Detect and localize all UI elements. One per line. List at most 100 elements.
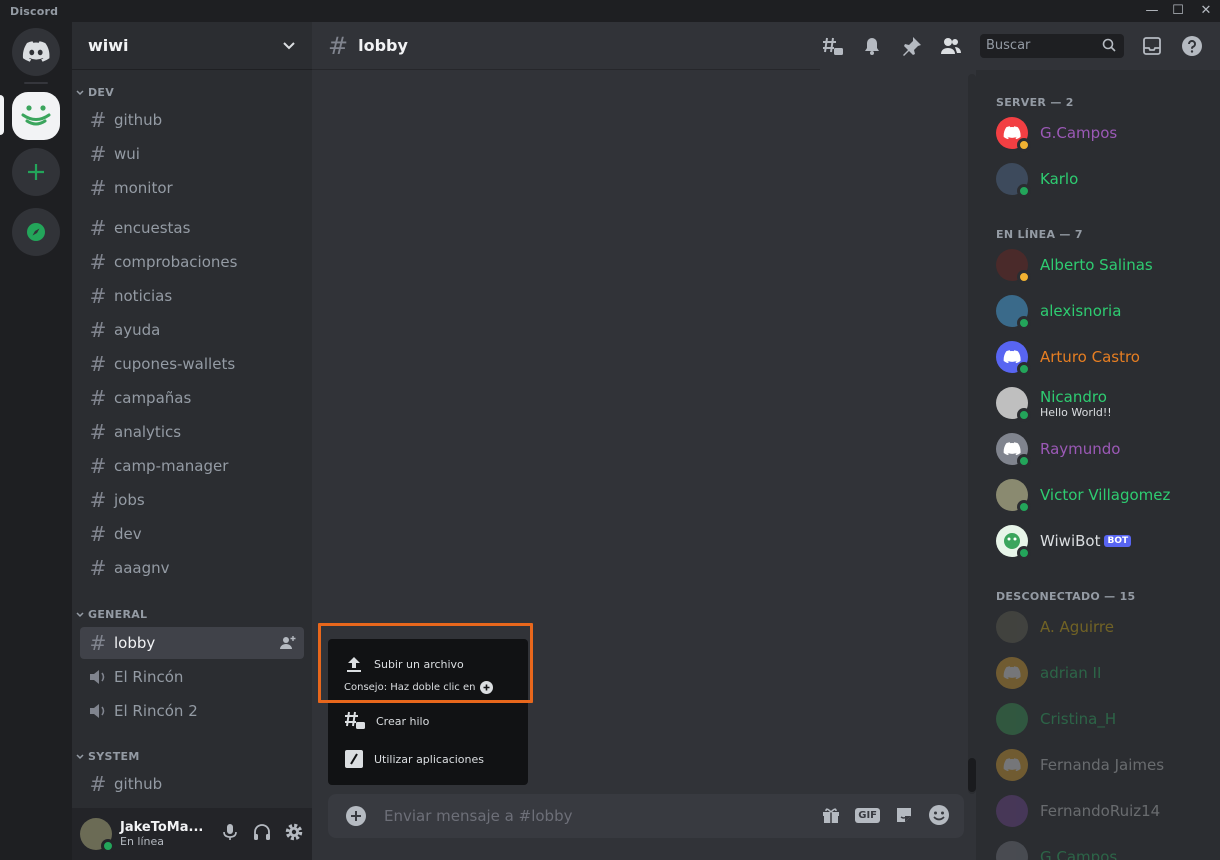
hash-icon: #: [89, 352, 107, 376]
online-status-indicator: [1017, 316, 1031, 330]
member-list-icon[interactable]: [940, 36, 962, 56]
channel-system-github[interactable]: # github: [80, 768, 304, 800]
gift-icon[interactable]: [821, 805, 841, 825]
wiwi-logo-icon: [21, 105, 51, 126]
voice-channel-el-rincon-2[interactable]: El Rincón 2: [80, 695, 304, 727]
guild-header[interactable]: wiwi: [72, 22, 312, 70]
home-button[interactable]: [12, 28, 60, 76]
discord-logo-icon: [22, 41, 50, 62]
attach-plus-icon[interactable]: [346, 806, 366, 826]
member-item[interactable]: FernandoRuiz14: [996, 790, 1216, 832]
member-custom-status: Hello World!!: [1040, 405, 1112, 419]
message-input[interactable]: Enviar mensaje a #lobby: [384, 807, 572, 825]
member-item[interactable]: G.Campos: [996, 112, 1216, 154]
category-system[interactable]: SYSTEM: [76, 750, 140, 763]
channel-aaagnv[interactable]: # aaagnv: [80, 552, 304, 584]
close-button[interactable]: ✕: [1194, 2, 1218, 20]
minimize-button[interactable]: —: [1140, 2, 1164, 20]
channel-label: comprobaciones: [114, 253, 238, 271]
hash-icon: #: [89, 522, 107, 546]
avatar: [996, 295, 1031, 330]
member-item[interactable]: G.Campos: [996, 836, 1216, 860]
channel-label: lobby: [114, 634, 156, 652]
channel-camp-manager[interactable]: # camp-manager: [80, 450, 304, 482]
category-general[interactable]: GENERAL: [76, 608, 147, 621]
channel-label: wui: [114, 145, 140, 163]
bell-icon[interactable]: [862, 36, 882, 56]
channel-monitor[interactable]: # monitor: [80, 172, 304, 204]
member-name: Arturo Castro: [1040, 348, 1140, 366]
gear-icon[interactable]: [284, 822, 304, 842]
hash-icon: #: [89, 631, 107, 655]
pin-icon[interactable]: [902, 36, 922, 56]
member-item[interactable]: Nicandro Hello World!!: [996, 382, 1216, 424]
member-item[interactable]: WiwiBot BOT: [996, 520, 1216, 562]
member-item[interactable]: Karlo: [996, 158, 1216, 200]
scroll-track[interactable]: [968, 74, 976, 794]
create-thread-item[interactable]: Crear hilo: [344, 711, 429, 731]
user-info[interactable]: JakeToMa... En línea: [120, 820, 203, 848]
hash-icon: #: [89, 176, 107, 200]
channel-comprobaciones[interactable]: # comprobaciones: [80, 246, 304, 278]
scroll-thumb[interactable]: [968, 758, 976, 792]
explore-servers-button[interactable]: [12, 208, 60, 256]
member-name: G.Campos: [1040, 124, 1118, 142]
channel-dev[interactable]: # dev: [80, 518, 304, 550]
use-apps-item[interactable]: Utilizar aplicaciones: [344, 749, 484, 769]
gif-button[interactable]: GIF: [855, 807, 880, 823]
member-group-offline: DESCONECTADO — 15: [996, 590, 1136, 603]
avatar[interactable]: [80, 818, 115, 853]
online-status-indicator: [1017, 184, 1031, 198]
member-name: A. Aguirre: [1040, 618, 1114, 636]
avatar: [996, 525, 1031, 560]
category-dev[interactable]: DEV: [76, 86, 114, 99]
member-item[interactable]: A. Aguirre: [996, 606, 1216, 648]
channel-jobs[interactable]: # jobs: [80, 484, 304, 516]
inbox-icon[interactable]: [1142, 36, 1162, 56]
channel-lobby[interactable]: # lobby: [80, 627, 304, 659]
sticker-icon[interactable]: [894, 805, 914, 825]
member-name: Fernanda Jaimes: [1040, 756, 1165, 774]
member-item[interactable]: alexisnoria: [996, 290, 1216, 332]
member-item[interactable]: Arturo Castro: [996, 336, 1216, 378]
emoji-icon[interactable]: [928, 804, 950, 826]
member-name: Victor Villagomez: [1040, 486, 1171, 504]
channel-encuestas[interactable]: # encuestas: [80, 212, 304, 244]
avatar: [996, 795, 1028, 827]
channel-noticias[interactable]: # noticias: [80, 280, 304, 312]
maximize-button[interactable]: ☐: [1166, 2, 1190, 20]
channel-label: analytics: [114, 423, 182, 441]
member-item[interactable]: Alberto Salinas: [996, 244, 1216, 286]
microphone-icon[interactable]: [220, 822, 240, 842]
threads-icon[interactable]: [822, 36, 844, 58]
online-status-indicator: [1017, 362, 1031, 376]
voice-channel-el-rincon[interactable]: El Rincón: [80, 661, 304, 693]
hash-icon: #: [89, 772, 107, 796]
channel-wui[interactable]: # wui: [80, 138, 304, 170]
headphones-icon[interactable]: [252, 822, 272, 842]
channel-campanas[interactable]: # campañas: [80, 382, 304, 414]
online-status-indicator: [1017, 546, 1031, 560]
member-group-online: EN LÍNEA — 7: [996, 228, 1083, 241]
online-status-indicator: [1017, 454, 1031, 468]
user-status: En línea: [120, 835, 165, 848]
channel-analytics[interactable]: # analytics: [80, 416, 304, 448]
member-item[interactable]: Raymundo: [996, 428, 1216, 470]
discord-avatar-icon: [1003, 350, 1021, 364]
server-wiwi[interactable]: [12, 92, 60, 140]
member-item[interactable]: adrian II: [996, 652, 1216, 694]
member-item[interactable]: Cristina_H: [996, 698, 1216, 740]
member-item[interactable]: Fernanda Jaimes: [996, 744, 1216, 786]
idle-status-indicator: [1017, 138, 1031, 152]
add-server-button[interactable]: [12, 148, 60, 196]
channel-label: El Rincón 2: [114, 702, 198, 720]
hash-icon: #: [89, 556, 107, 580]
channel-cupones-wallets[interactable]: # cupones-wallets: [80, 348, 304, 380]
invite-member-icon[interactable]: [280, 635, 296, 651]
help-icon[interactable]: [1182, 36, 1202, 56]
member-item[interactable]: Victor Villagomez: [996, 474, 1216, 516]
app-title: Discord: [10, 5, 59, 18]
channel-github[interactable]: # github: [80, 104, 304, 136]
message-composer[interactable]: Enviar mensaje a #lobby GIF: [328, 794, 964, 838]
channel-ayuda[interactable]: # ayuda: [80, 314, 304, 346]
